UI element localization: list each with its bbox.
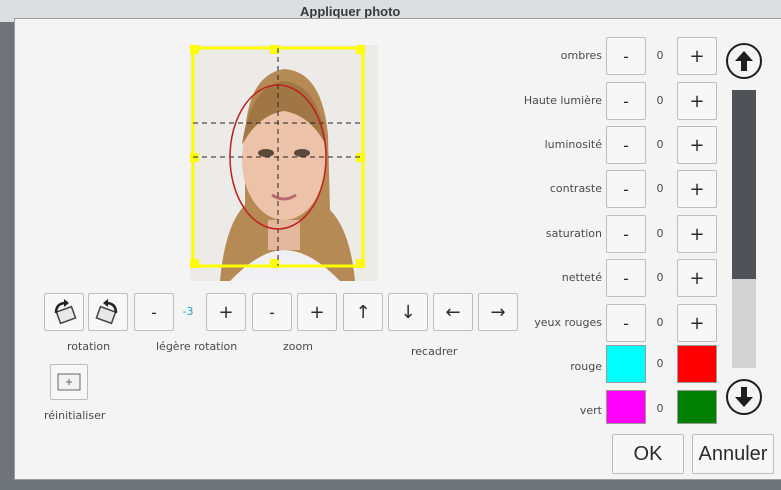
rotate-left-button[interactable]: [44, 293, 84, 331]
adjustment-label: Haute lumière: [523, 94, 602, 107]
adjustment-plus-button[interactable]: +: [677, 170, 717, 208]
adjustment-plus-button[interactable]: +: [677, 304, 717, 342]
ok-button[interactable]: OK: [612, 434, 684, 474]
slight-rotation-label: légère rotation: [156, 340, 238, 353]
color-swatch-right[interactable]: [677, 390, 717, 424]
adjustment-value: 0: [656, 316, 664, 329]
photo-preview[interactable]: [190, 45, 378, 281]
color-swatch-left[interactable]: [606, 390, 646, 424]
adjustment-minus-button[interactable]: -: [606, 259, 646, 297]
adjustment-minus-button[interactable]: -: [606, 304, 646, 342]
rotate-left-icon: [54, 299, 77, 325]
adjustment-label: ombres: [560, 49, 602, 62]
adjustment-label: yeux rouges: [534, 316, 602, 329]
adjustment-minus-button[interactable]: -: [606, 82, 646, 120]
color-value: 0: [656, 402, 664, 415]
rotate-right-button[interactable]: [88, 293, 128, 331]
color-label: rouge: [570, 360, 602, 373]
zoom-label: zoom: [283, 340, 313, 353]
crop-frame[interactable]: [190, 45, 378, 281]
adjustment-plus-button[interactable]: +: [677, 37, 717, 75]
adjustment-label: contraste: [549, 182, 602, 195]
recadrer-label: recadrer: [411, 345, 458, 358]
arrow-up-icon: ↑: [355, 301, 371, 323]
adjustment-minus-button[interactable]: -: [606, 126, 646, 164]
color-swatch-right[interactable]: [677, 345, 717, 383]
reset-label: réinitialiser: [44, 409, 106, 422]
color-label: vert: [579, 404, 602, 417]
scroll-down-button[interactable]: [726, 379, 762, 415]
cancel-button[interactable]: Annuler: [692, 434, 774, 474]
arrow-up-circle-icon: [735, 51, 753, 71]
rotation-label: rotation: [67, 340, 111, 353]
adjustment-minus-button[interactable]: -: [606, 170, 646, 208]
slight-rotation-value: -3: [182, 305, 194, 318]
adjustment-plus-button[interactable]: +: [677, 126, 717, 164]
zoom-plus-button[interactable]: +: [297, 293, 337, 331]
reset-button[interactable]: [50, 364, 88, 400]
recadrer-up-button[interactable]: ↑: [343, 293, 383, 331]
adjustment-plus-button[interactable]: +: [677, 259, 717, 297]
adjustment-value: 0: [656, 182, 664, 195]
scrollbar-thumb[interactable]: [732, 90, 756, 279]
zoom-minus-button[interactable]: -: [252, 293, 292, 331]
adjustment-label: netteté: [561, 271, 602, 284]
color-swatch-left[interactable]: [606, 345, 646, 383]
arrow-down-icon: ↓: [400, 301, 416, 323]
adjustment-minus-button[interactable]: -: [606, 37, 646, 75]
slight-rotation-plus-button[interactable]: +: [206, 293, 246, 331]
rotate-right-icon: [95, 299, 118, 325]
adjustment-label: saturation: [545, 227, 602, 240]
adjustment-minus-button[interactable]: -: [606, 215, 646, 253]
adjustment-label: luminosité: [544, 138, 602, 151]
adjustment-value: 0: [656, 271, 664, 284]
color-value: 0: [656, 357, 664, 370]
adjustment-value: 0: [656, 94, 664, 107]
adjustment-value: 0: [656, 138, 664, 151]
adjustment-value: 0: [656, 49, 664, 62]
arrow-down-circle-icon: [735, 387, 753, 407]
adjustment-plus-button[interactable]: +: [677, 82, 717, 120]
scroll-up-button[interactable]: [726, 43, 762, 79]
adjustment-plus-button[interactable]: +: [677, 215, 717, 253]
adjustment-value: 0: [656, 227, 664, 240]
reset-icon: [57, 373, 81, 391]
scrollbar-track[interactable]: [732, 90, 756, 368]
window-title: Appliquer photo: [300, 4, 401, 18]
slight-rotation-minus-button[interactable]: -: [134, 293, 174, 331]
